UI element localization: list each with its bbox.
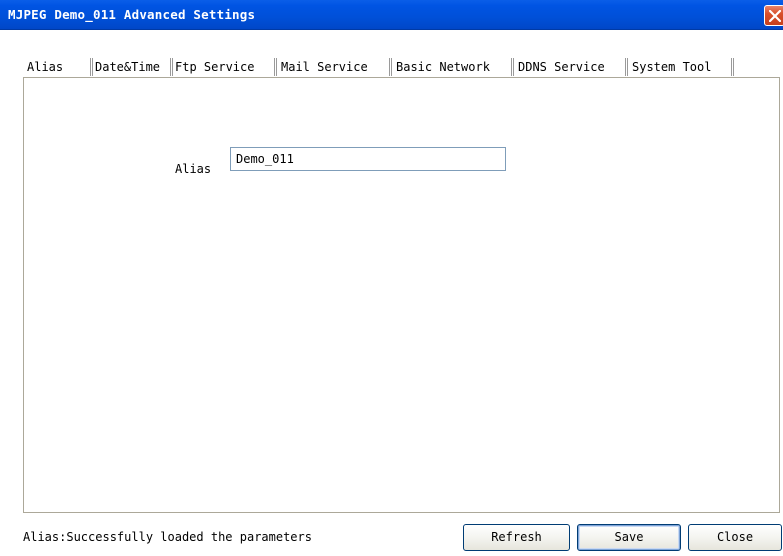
tab-divider	[625, 58, 628, 76]
tab-label: DDNS Service	[518, 60, 605, 74]
alias-input[interactable]	[230, 147, 506, 171]
tab-divider	[389, 58, 392, 76]
tab-label: System Tool	[632, 60, 712, 74]
tab-divider	[274, 58, 277, 76]
alias-label: Alias	[175, 162, 212, 176]
title-bar[interactable]: MJPEG Demo_011 Advanced Settings	[0, 0, 783, 30]
tab-bar: Alias Date&Time Ftp Service Mail Service…	[0, 30, 783, 77]
save-button[interactable]: Save	[577, 524, 681, 551]
tab-content-panel	[23, 77, 780, 513]
close-icon	[769, 10, 781, 22]
tab-label: Ftp Service	[175, 60, 255, 74]
window-close-button[interactable]	[764, 5, 783, 26]
tab-divider	[90, 58, 93, 76]
tab-divider	[170, 58, 173, 76]
tab-label: Date&Time	[95, 60, 161, 74]
tab-divider	[731, 58, 734, 76]
tab-label: Alias	[27, 60, 64, 74]
tab-label: Mail Service	[281, 60, 368, 74]
status-message: Alias:Successfully loaded the parameters	[23, 530, 312, 544]
refresh-button[interactable]: Refresh	[463, 524, 570, 551]
tab-label: Basic Network	[396, 60, 490, 74]
close-button[interactable]: Close	[688, 524, 782, 551]
window-title: MJPEG Demo_011 Advanced Settings	[8, 7, 256, 22]
tab-divider	[511, 58, 514, 76]
